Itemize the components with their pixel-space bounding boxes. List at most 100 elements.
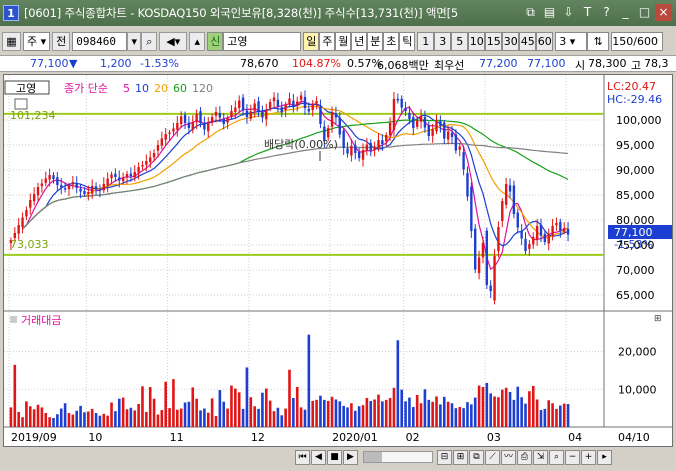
candle-body: [458, 146, 461, 150]
close-icon[interactable]: ×: [655, 4, 672, 21]
candle-body: [497, 227, 500, 252]
count-select[interactable]: 3 ▾: [555, 31, 588, 51]
scroll-right-icon[interactable]: ▸: [597, 449, 612, 465]
volume-bar: [21, 417, 24, 427]
window-list-icon[interactable]: ▤: [541, 4, 558, 21]
font-size-icon[interactable]: T: [579, 4, 596, 21]
zoom-out-icon[interactable]: −: [565, 449, 580, 465]
volume-bar: [75, 410, 79, 427]
period-minute[interactable]: 분: [367, 31, 384, 51]
volume-bar: [214, 416, 218, 427]
compare-icon[interactable]: ⊞: [453, 449, 468, 465]
interval-3[interactable]: 3: [434, 31, 452, 51]
prev-stock-icon[interactable]: ▴: [189, 31, 206, 51]
candle-body: [191, 122, 194, 130]
overlay-icon[interactable]: ⊟: [437, 449, 452, 465]
market-select[interactable]: 주 ▾: [23, 31, 51, 51]
volume-bar: [427, 399, 431, 427]
grid-toggle-icon[interactable]: [14, 98, 28, 110]
volume-bar: [261, 392, 264, 427]
scroll-slider[interactable]: [363, 451, 433, 463]
help-icon[interactable]: ?: [598, 4, 615, 21]
zoom-in-icon[interactable]: +: [581, 449, 596, 465]
sketch-icon[interactable]: 〰: [501, 449, 516, 465]
candle-body: [114, 173, 117, 177]
link-icon[interactable]: ⧉: [522, 4, 539, 21]
candle-body: [512, 185, 516, 214]
candle-body: [218, 113, 222, 118]
volume-bar: [493, 396, 496, 427]
period-second[interactable]: 초: [383, 31, 400, 51]
layout-icon[interactable]: ▦: [2, 31, 21, 51]
period-day[interactable]: 일: [303, 31, 320, 51]
sound-icon[interactable]: ◀▾: [159, 31, 188, 51]
first-icon[interactable]: ⏮: [295, 449, 310, 465]
layer-icon[interactable]: ⧉: [469, 449, 484, 465]
stock-code-input[interactable]: 098460: [72, 31, 128, 51]
volume-bar: [195, 398, 198, 427]
minimize-icon[interactable]: _: [617, 4, 634, 21]
interval-1[interactable]: 1: [417, 31, 435, 51]
interval-60[interactable]: 60: [536, 31, 554, 51]
candle-body: [172, 128, 175, 132]
time-tick-label: 10: [88, 431, 102, 444]
search-chart-icon[interactable]: ⌕: [549, 449, 564, 465]
title-buttons: ⧉ ▤ ⇩ T ? _ □ ×: [522, 4, 672, 21]
volume-bar: [346, 407, 349, 427]
volume-tick-label: 20,000: [618, 346, 657, 359]
period-tick[interactable]: 틱: [399, 31, 416, 51]
next-icon[interactable]: ▶: [343, 449, 358, 465]
open-label: 시: [575, 59, 586, 72]
period-month[interactable]: 월: [335, 31, 352, 51]
candle-body: [435, 121, 438, 132]
hline-high-label: 101,234: [10, 109, 56, 122]
print-icon[interactable]: ⎙: [517, 449, 532, 465]
volume-bar: [442, 396, 446, 427]
candle-body: [342, 130, 345, 148]
volume-bar: [520, 397, 523, 427]
candle-body: [528, 244, 531, 249]
previous-value: 78,670: [240, 57, 279, 70]
maximize-icon[interactable]: □: [636, 4, 653, 21]
candle-body: [87, 192, 90, 194]
export-icon[interactable]: ⇲: [533, 449, 548, 465]
code-dropdown-icon[interactable]: ▾: [127, 31, 142, 51]
candle-body: [288, 98, 291, 105]
candle-body: [52, 175, 55, 179]
count-spin-icon[interactable]: ⇅: [587, 31, 610, 51]
volume-bar: [373, 399, 376, 427]
period-week[interactable]: 주: [319, 31, 336, 51]
order-button[interactable]: 전: [52, 31, 71, 51]
search-icon[interactable]: ⌕: [141, 31, 158, 51]
volume-bar: [431, 401, 434, 427]
chart-canvas[interactable]: 고영 종가 단순 5 10 20 60 120 LC:20.47 HC:-29.…: [4, 75, 672, 446]
bid-price: 77,100: [527, 57, 566, 70]
time-tick-label: 03: [487, 431, 501, 444]
interval-5[interactable]: 5: [451, 31, 469, 51]
interval-15[interactable]: 15: [485, 31, 503, 51]
candle-body: [98, 189, 102, 191]
volume-bar: [141, 386, 144, 427]
volume-bar: [377, 394, 380, 427]
interval-30[interactable]: 30: [502, 31, 520, 51]
candle-body: [257, 101, 260, 112]
chart-area[interactable]: 고영 종가 단순 5 10 20 60 120 LC:20.47 HC:-29.…: [3, 74, 673, 447]
volume-bar: [133, 410, 137, 427]
volume-bar: [381, 401, 384, 427]
candle-body: [388, 123, 392, 136]
view-count-input[interactable]: 150: [611, 31, 634, 51]
candle-body: [25, 210, 28, 217]
candle-body: [535, 226, 539, 241]
candle-body: [71, 182, 75, 185]
volume-bar: [543, 408, 547, 427]
stop-icon[interactable]: ■: [327, 449, 342, 465]
interval-10[interactable]: 10: [468, 31, 486, 51]
tool-icon[interactable]: ⟋: [485, 449, 500, 465]
volume-bar: [504, 387, 508, 427]
period-year[interactable]: 년: [351, 31, 368, 51]
scroll-thumb[interactable]: [364, 452, 382, 462]
pin-icon[interactable]: ⇩: [560, 4, 577, 21]
prev-icon[interactable]: ◀: [311, 449, 326, 465]
candle-body: [377, 140, 380, 149]
interval-45[interactable]: 45: [519, 31, 537, 51]
